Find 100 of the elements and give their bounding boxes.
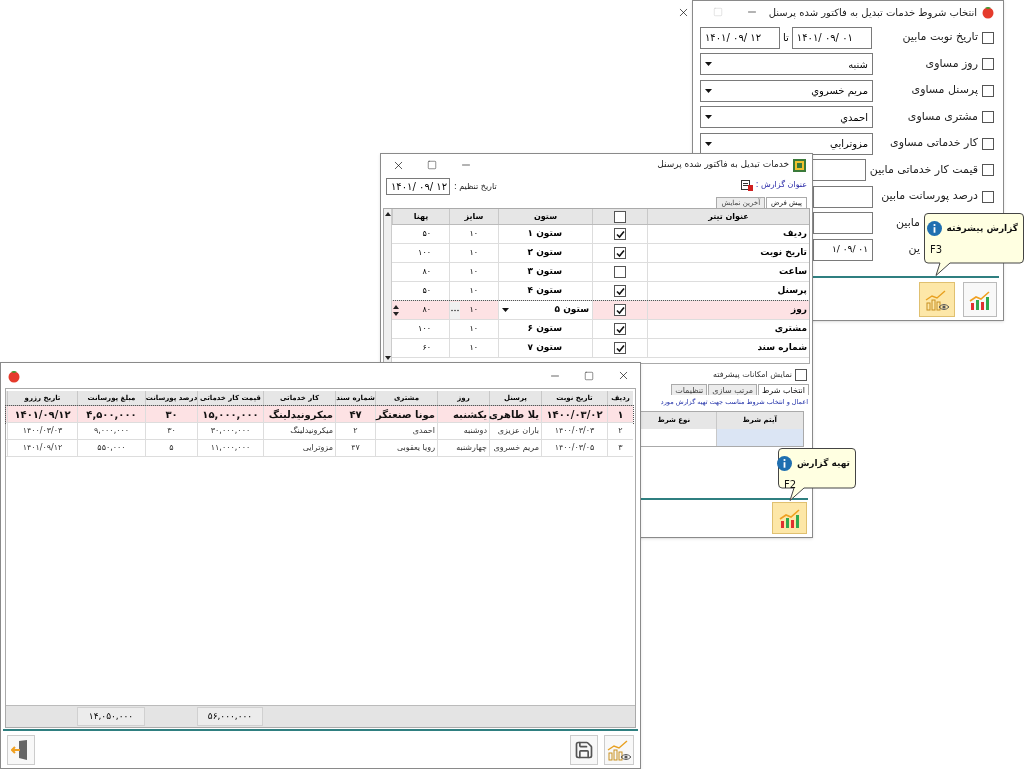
scroll-down-icon[interactable] bbox=[384, 356, 391, 360]
document-icon bbox=[740, 179, 753, 191]
app-icon bbox=[793, 158, 806, 172]
checkbox[interactable] bbox=[614, 228, 626, 240]
grid-row[interactable]: روز ستون ۵ ۱۰ ۸۰ bbox=[392, 301, 809, 320]
tab[interactable]: انتخاب شرط bbox=[757, 384, 809, 395]
table-cell: ۱۰ bbox=[469, 285, 478, 297]
shortcut-text: F2 bbox=[784, 478, 797, 492]
column-header: عنوان تیتر bbox=[647, 209, 809, 224]
table-cell: ۵ bbox=[169, 442, 174, 454]
scrollbar[interactable] bbox=[384, 209, 392, 363]
grid-row[interactable]: شماره سند ستون ۷ ۱۰ ۶۰ bbox=[392, 339, 809, 358]
info-icon bbox=[926, 221, 942, 236]
table-cell: ۱۰ bbox=[469, 342, 478, 354]
condition-label: درصد پورسانت مابین bbox=[881, 188, 978, 205]
table-cell-text: ۱۴۰۰/۰۳/۰۲ bbox=[546, 407, 603, 422]
checkbox[interactable] bbox=[795, 369, 807, 381]
dropdown-field[interactable]: مريم خسروي bbox=[700, 79, 873, 102]
condition-label: ین bbox=[908, 241, 920, 258]
table-cell: چهارشنبه bbox=[456, 442, 487, 454]
condition-label: روز مساوی bbox=[925, 55, 978, 72]
exit-button[interactable] bbox=[7, 735, 35, 765]
checkbox[interactable] bbox=[614, 323, 626, 335]
info-icon bbox=[776, 456, 792, 471]
table-row[interactable]: ۳ ۱۴۰۰/۰۳/۰۵ مریم خسروی چهارشنبه رویا یعقوبی ۴۷ مزوترایی ۱۱,۰۰۰,۰۰۰ ۵ ۵۵۰,۰۰۰ ۱۴۰۱/۰۹/۱۲ bbox=[6, 440, 633, 457]
report-button[interactable] bbox=[963, 282, 997, 317]
checkbox[interactable] bbox=[614, 342, 626, 354]
checkbox[interactable] bbox=[982, 31, 994, 44]
date-field[interactable]: ۱۴۰۱/ ۰۹/ ۰۱ bbox=[791, 26, 872, 49]
table-cell: ۸۰ bbox=[422, 304, 431, 316]
caret-icon bbox=[705, 115, 712, 119]
table-cell: ۱۰ bbox=[469, 247, 478, 259]
total-cell: ۵۶,۰۰۰,۰۰۰ bbox=[197, 707, 263, 726]
scroll-up-icon[interactable] bbox=[384, 212, 391, 216]
checkbox[interactable] bbox=[614, 266, 626, 278]
table-cell: ستون ۶ bbox=[498, 320, 592, 338]
checkbox[interactable] bbox=[614, 304, 626, 316]
table-cell: ۱۰۰ bbox=[418, 247, 431, 259]
report-button[interactable] bbox=[772, 502, 807, 534]
table-cell: ۱۱,۰۰۰,۰۰۰ bbox=[210, 442, 251, 454]
checkbox[interactable] bbox=[982, 111, 994, 123]
dropdown-field[interactable]: ستون ۵ bbox=[498, 301, 592, 319]
table-cell: ۲ bbox=[618, 425, 623, 437]
condition-label: تاریخ نوبت مابین bbox=[902, 29, 978, 46]
tab[interactable]: مرتب سازی bbox=[708, 384, 757, 395]
condition-label: مشتری مساوی bbox=[907, 108, 978, 125]
tab[interactable]: تنظیمات bbox=[671, 384, 708, 395]
checkbox[interactable] bbox=[982, 58, 994, 70]
date-field[interactable]: ۱۴۰۱/ ۰۹/ ۱۲ bbox=[386, 178, 450, 195]
grid-row[interactable]: ساعت ستون ۳ ۱۰ ۸۰ bbox=[392, 263, 809, 282]
total-cell: ۱۴,۰۵۰,۰۰۰ bbox=[77, 707, 145, 726]
table-cell: ۱۴۰۰/۰۳/۰۵ bbox=[554, 442, 595, 454]
input-field[interactable] bbox=[813, 212, 873, 234]
table-cell: ۳ bbox=[618, 442, 623, 454]
table-cell-text: ۳۰ bbox=[165, 407, 178, 422]
checkbox[interactable] bbox=[982, 84, 994, 97]
date-field[interactable]: ۱/ ۰۹/ ۰۱ bbox=[813, 238, 873, 261]
condition-label: کار خدماتی مساوی bbox=[890, 135, 978, 152]
date-label: تاریخ تنظیم : bbox=[454, 180, 497, 193]
table-cell-text: یکشنبه bbox=[453, 407, 487, 422]
table-cell: ۳۰,۰۰۰,۰۰۰ bbox=[210, 425, 251, 437]
grid-row[interactable]: ردیف ستون ۱ ۱۰ ۵۰ bbox=[392, 225, 809, 244]
chart-eye-icon bbox=[606, 738, 632, 762]
table-cell: ۵۵۰,۰۰۰ bbox=[97, 442, 126, 454]
tooltip-title: تهیه گزارش bbox=[796, 456, 850, 471]
checkbox[interactable] bbox=[614, 247, 626, 259]
checkbox[interactable] bbox=[614, 285, 626, 297]
caret-icon bbox=[502, 308, 509, 312]
table-cell: ۹,۰۰۰,۰۰۰ bbox=[93, 425, 130, 437]
grid-row[interactable]: پرسنل ستون ۴ ۱۰ ۵۰ bbox=[392, 282, 809, 301]
dropdown-field[interactable]: احمدي bbox=[700, 106, 873, 128]
table-row[interactable]: ۲ ۱۴۰۰/۰۳/۰۳ باران عزیزی دوشنبه احمدی ۲ میکرونیدلینگ ۳۰,۰۰۰,۰۰۰ ۳۰ ۹,۰۰۰,۰۰۰ ۱۴۰۰/۰۳/۰۳ bbox=[6, 423, 633, 440]
table-cell: ۱۰ bbox=[469, 304, 478, 316]
checkbox[interactable] bbox=[982, 137, 994, 150]
dropdown-field[interactable]: مزوترايي bbox=[700, 132, 873, 155]
table-cell: ۱۴۰۰/۰۳/۰۳ bbox=[22, 425, 63, 437]
dropdown-field[interactable]: شنبه bbox=[700, 53, 873, 75]
table-cell: ۵۰ bbox=[422, 285, 431, 297]
grid-row[interactable]: مشتری ستون ۶ ۱۰ ۱۰۰ bbox=[392, 320, 809, 339]
date-field[interactable]: ۱۴۰۱/ ۰۹/ ۱۲ bbox=[700, 26, 780, 49]
checkbox[interactable] bbox=[982, 164, 994, 176]
save-button[interactable] bbox=[570, 735, 598, 765]
table-row[interactable]: ۱ ۱۴۰۰/۰۳/۰۲ یلا طاهری یکشنبه مونا صنعتگر ۴۷ میکرونیدلینگ ۱۵,۰۰۰,۰۰۰ ۳۰ ۴,۵۰۰,۰۰۰ ۱۴۰۱/۰۹/۱۲ bbox=[6, 406, 633, 423]
table-cell: مریم خسروی bbox=[493, 442, 539, 454]
window-title: انتخاب شروط خدمات تبدیل به فاکتور شده پرسنل bbox=[768, 5, 977, 20]
table-cell-text: ۱۵,۰۰۰,۰۰۰ bbox=[202, 407, 259, 422]
report-button[interactable] bbox=[604, 735, 634, 765]
ellipsis-icon[interactable] bbox=[450, 301, 460, 319]
bar-chart-icon bbox=[777, 507, 802, 529]
checkbox[interactable] bbox=[982, 190, 994, 203]
checkbox[interactable] bbox=[614, 210, 626, 223]
tomato-icon bbox=[7, 368, 21, 383]
table-cell: ستون ۲ bbox=[498, 244, 592, 262]
grid-row[interactable]: تاریخ نوبت ستون ۲ ۱۰ ۱۰۰ bbox=[392, 244, 809, 263]
table-cell-text: یلا طاهری bbox=[488, 407, 539, 422]
table-cell: ستون ۷ bbox=[498, 339, 592, 357]
input-field[interactable] bbox=[813, 185, 873, 208]
table-cell-text: میکرونیدلینگ bbox=[268, 407, 333, 422]
table-cell: باران عزیزی bbox=[497, 425, 539, 437]
condition-label: مابین bbox=[896, 214, 920, 231]
